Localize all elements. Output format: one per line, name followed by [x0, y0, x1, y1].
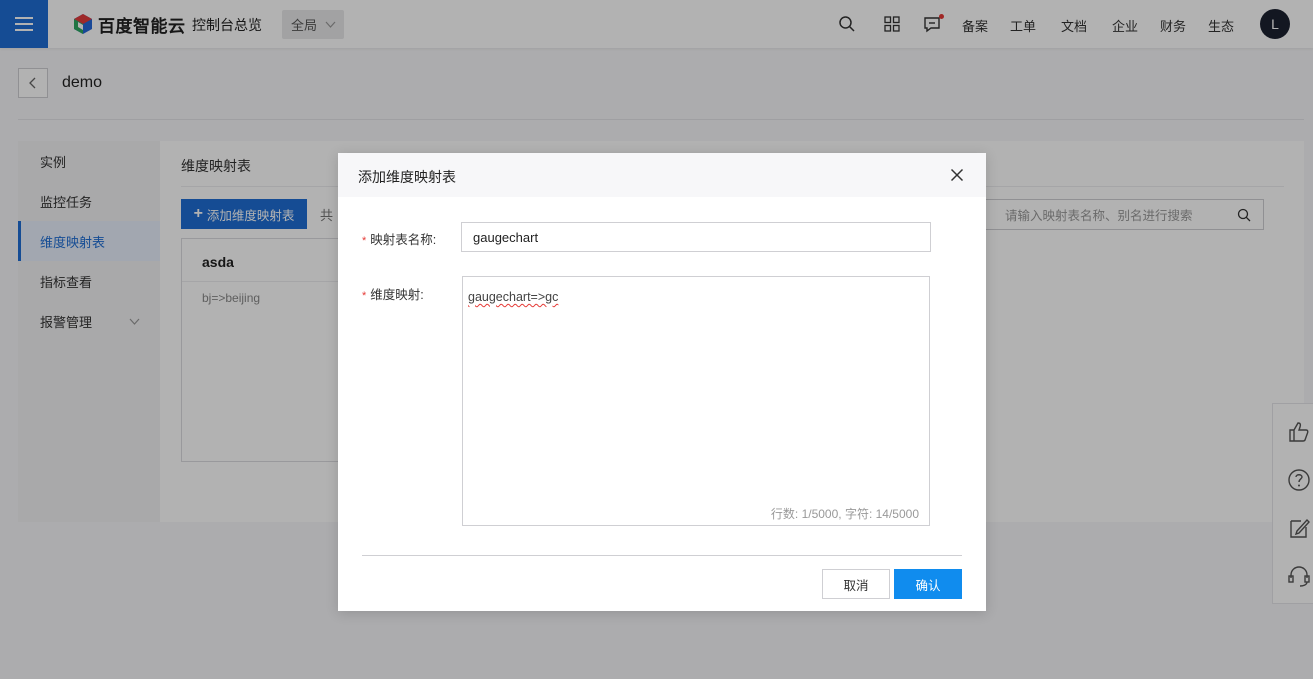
mapping-field-label: * 维度映射: [362, 284, 424, 303]
mapping-counter: 行数: 1/5000, 字符: 14/5000 [770, 507, 919, 521]
dialog-header: 添加维度映射表 [338, 153, 986, 197]
confirm-button[interactable]: 确认 [894, 569, 962, 599]
mapping-label-text: 维度映射: [370, 288, 424, 302]
name-field-label: * 映射表名称: [362, 229, 436, 248]
mapping-name-input[interactable] [461, 222, 931, 252]
required-marker: * [362, 290, 367, 302]
name-label-text: 映射表名称: [370, 233, 437, 247]
mapping-text: gaugechart=>gc [468, 290, 559, 304]
dialog-title: 添加维度映射表 [358, 169, 456, 185]
add-mapping-dialog: 添加维度映射表 *映射表名称: *维度映射: gaugechart=>gc 行数… [338, 153, 986, 611]
dialog-footer-divider [362, 555, 962, 556]
close-icon[interactable] [950, 168, 964, 182]
mapping-textarea[interactable]: gaugechart=>gc 行数: 1/5000, 字符: 14/5000 [462, 276, 930, 526]
required-marker: * [362, 235, 367, 247]
cancel-button[interactable]: 取消 [822, 569, 890, 599]
